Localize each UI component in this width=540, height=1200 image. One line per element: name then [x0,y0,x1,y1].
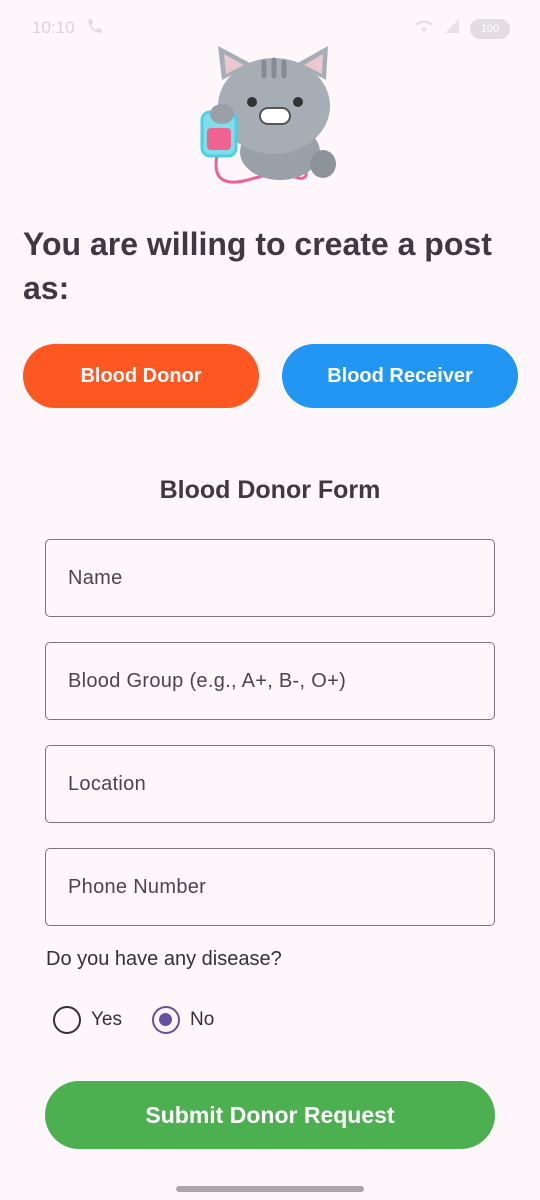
battery-icon: 100 [470,18,510,39]
disease-question-label: Do you have any disease? [46,948,282,970]
radio-no-circle[interactable] [152,1006,180,1034]
phone-number-field [45,848,495,926]
location-field [45,745,495,823]
disease-radio-group: Yes No [53,1005,244,1035]
blood-receiver-button[interactable]: Blood Receiver [282,344,518,408]
blood-group-input[interactable] [46,643,494,719]
status-time: 10:10 [32,18,75,37]
phone-number-input[interactable] [46,849,494,925]
radio-yes-circle[interactable] [53,1006,81,1034]
page-title: You are willing to create a post as: [23,226,492,306]
status-icons: 100 [414,18,510,39]
name-field [45,539,495,617]
cat-holding-blood-bag-icon [188,40,348,190]
radio-no[interactable]: No [152,1006,214,1034]
radio-no-label: No [190,1009,215,1030]
submit-donor-request-button[interactable]: Submit Donor Request [45,1081,495,1149]
location-input[interactable] [46,746,494,822]
phone-call-icon [86,17,104,40]
radio-yes[interactable]: Yes [53,1006,122,1034]
signal-icon [444,18,460,39]
name-input[interactable] [46,540,494,616]
blood-donor-button[interactable]: Blood Donor [23,344,259,408]
home-indicator[interactable] [176,1186,364,1192]
radio-yes-label: Yes [91,1009,122,1030]
form-title: Blood Donor Form [159,476,381,504]
blood-group-field [45,642,495,720]
wifi-icon [414,18,434,39]
